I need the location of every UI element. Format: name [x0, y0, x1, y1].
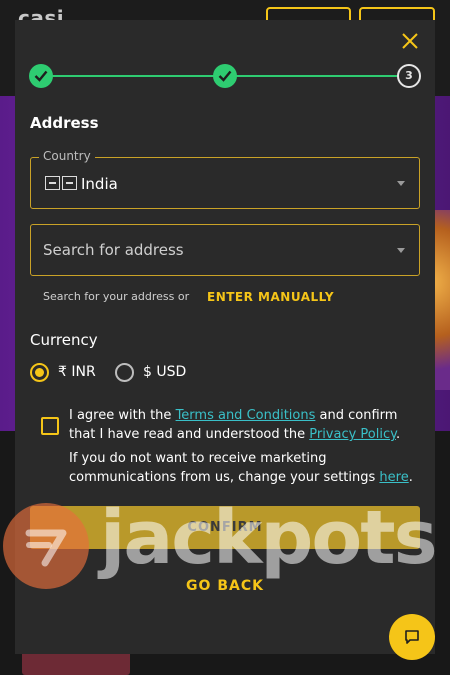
registration-modal: 3 Address Country India Search for your … [15, 20, 435, 654]
check-icon [218, 70, 232, 82]
currency-radio-inr[interactable] [30, 363, 49, 382]
address-search-input[interactable] [43, 239, 383, 261]
terms-link[interactable]: Terms and Conditions [176, 408, 316, 423]
country-select[interactable]: Country India [30, 149, 420, 209]
chat-icon [405, 630, 419, 644]
address-title: Address [30, 114, 99, 132]
terms-checkbox[interactable] [41, 417, 59, 435]
progress-stepper: 3 [29, 64, 421, 88]
marketing-text-part-1: If you do not want to receive marketing … [69, 451, 380, 485]
marketing-settings-link[interactable]: here [379, 470, 408, 485]
close-button[interactable] [399, 30, 421, 52]
chat-button[interactable] [389, 614, 435, 660]
terms-text: I agree with the Terms and Conditions an… [69, 406, 409, 444]
confirm-button[interactable]: CONFIRM [30, 506, 420, 549]
chevron-down-icon [397, 248, 405, 253]
currency-label-inr[interactable]: ₹ INR [58, 363, 96, 382]
currency-radio-usd[interactable] [115, 363, 134, 382]
terms-text-part-3: . [395, 427, 401, 442]
privacy-policy-link[interactable]: Privacy Policy [309, 427, 396, 442]
terms-text-part-1: I agree with the [69, 408, 176, 423]
marketing-text: If you do not want to receive marketing … [69, 449, 419, 487]
go-back-button[interactable]: GO BACK [15, 578, 435, 594]
currency-label-usd[interactable]: $ USD [143, 363, 186, 382]
marketing-text-part-2: . [408, 470, 413, 485]
enter-manually-link[interactable]: ENTER MANUALLY [207, 290, 334, 304]
address-hint: Search for your address or [43, 290, 190, 303]
step-2-complete [213, 64, 237, 88]
country-value: India [81, 175, 118, 193]
check-icon [34, 70, 48, 82]
step-3-current: 3 [397, 64, 421, 88]
chevron-down-icon [397, 181, 405, 186]
india-flag-icon [45, 176, 77, 190]
country-legend: Country [39, 149, 95, 163]
close-icon [402, 33, 418, 49]
currency-title: Currency [30, 331, 98, 349]
step-1-complete [29, 64, 53, 88]
address-search-field[interactable] [30, 224, 420, 276]
